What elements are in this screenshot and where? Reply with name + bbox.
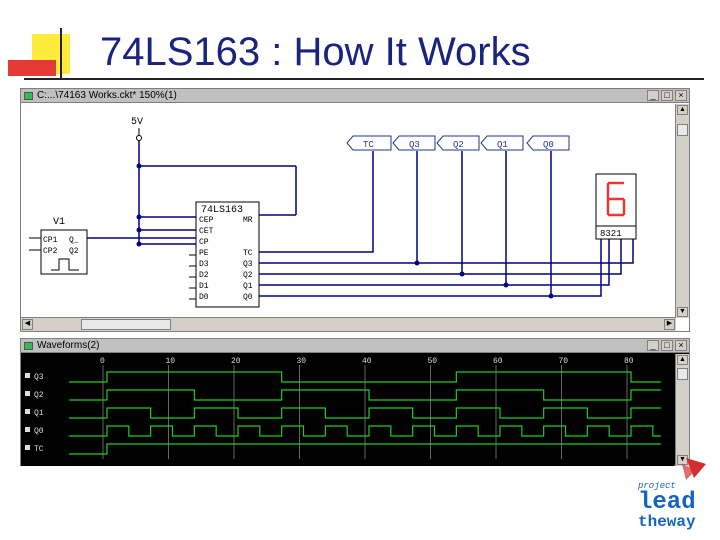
signal-checkbox[interactable]: [25, 427, 30, 432]
scroll-left-button[interactable]: ◀: [22, 319, 33, 330]
source-name: V1: [53, 217, 65, 228]
probe-q0[interactable]: Q0: [526, 135, 570, 151]
waveform-window[interactable]: Waveforms(2) _ □ × 0 10 20 30 40 50 60 70 80 Q3 Q…: [20, 338, 690, 466]
project-lead-the-way-logo: project lead theway: [637, 458, 706, 531]
time-tick-label: 20: [231, 357, 241, 366]
pin-d0: D0: [199, 293, 209, 302]
display-pin-label: 8321: [600, 229, 622, 239]
pin-mr: MR: [243, 216, 253, 225]
app-icon: [24, 92, 33, 100]
pin-q1: Q1: [243, 282, 253, 291]
waveform-vscroll[interactable]: ▲ ▼: [675, 354, 689, 466]
output-wires: [259, 151, 634, 297]
scroll-down-button[interactable]: ▼: [677, 307, 688, 317]
pin-cp: CP: [199, 238, 209, 247]
time-tick-label: 30: [297, 357, 307, 366]
pin-d2: D2: [199, 271, 209, 280]
waveform-window-title: Waveforms(2): [37, 340, 100, 351]
time-tick-label: 10: [166, 357, 176, 366]
title-accent-red: [8, 60, 56, 76]
scroll-up-button[interactable]: ▲: [677, 355, 688, 365]
time-tick-label: 70: [559, 357, 569, 366]
scroll-up-button[interactable]: ▲: [677, 105, 688, 115]
pin-d1: D1: [199, 282, 209, 291]
source-pin-cp2: CP2: [43, 247, 58, 256]
app-icon: [24, 342, 33, 350]
scroll-thumb[interactable]: [677, 124, 688, 136]
scroll-right-button[interactable]: ▶: [664, 319, 675, 330]
pin-d3: D3: [199, 260, 209, 269]
signal-label: Q1: [34, 409, 44, 418]
schematic-canvas[interactable]: 5V V1 CP1 CP2 Q_ Q2 74LS163 CEP CET CP P…: [21, 104, 674, 317]
minimize-button[interactable]: _: [647, 90, 659, 101]
minimize-button[interactable]: _: [647, 340, 659, 351]
slide-title: 74LS163 : How It Works: [100, 30, 531, 74]
probe-tc[interactable]: TC: [346, 135, 392, 151]
signal-label: Q2: [34, 391, 44, 400]
pin-cep: CEP: [199, 216, 214, 225]
schematic-vscroll[interactable]: ▲ ▼: [675, 104, 689, 318]
probe-q3-label: Q3: [409, 140, 420, 150]
probe-q1[interactable]: Q1: [480, 135, 524, 151]
signal-label: TC: [34, 445, 44, 454]
schematic-window-title: C:...\74163 Works.ckt* 150%(1): [37, 90, 177, 101]
schematic-window[interactable]: C:...\74163 Works.ckt* 150%(1) _ □ × 5V …: [20, 88, 690, 332]
signal-label: Q3: [34, 373, 44, 382]
title-accent-vline: [60, 28, 62, 80]
maximize-button[interactable]: □: [661, 340, 673, 351]
source-pin-cp1: CP1: [43, 236, 58, 245]
power-label: 5V: [131, 117, 143, 128]
close-button[interactable]: ×: [675, 340, 687, 351]
time-tick-label: 60: [493, 357, 503, 366]
scroll-thumb[interactable]: [677, 368, 688, 380]
seven-segment-display[interactable]: 8321: [595, 173, 637, 240]
time-tick-label: 80: [624, 357, 634, 366]
pin-cet: CET: [199, 227, 214, 236]
maximize-button[interactable]: □: [661, 90, 673, 101]
waveform-titlebar[interactable]: Waveforms(2) _ □ ×: [21, 339, 689, 353]
schematic-hscroll[interactable]: ◀ ▶: [21, 317, 676, 331]
waveform-canvas[interactable]: 0 10 20 30 40 50 60 70 80 Q3 Q2 Q1 Q0 TC: [21, 354, 674, 466]
logo-line3: theway: [638, 513, 696, 531]
time-tick-label: 0: [100, 357, 105, 366]
source-pin-q2: Q2: [69, 247, 79, 256]
source-pin-q: Q_: [69, 236, 79, 245]
pin-pe: PE: [199, 249, 209, 258]
signal-label: Q0: [34, 427, 44, 436]
pin-q3: Q3: [243, 260, 253, 269]
signal-checkbox[interactable]: [25, 373, 30, 378]
probe-tc-label: TC: [363, 140, 374, 150]
time-tick-label: 40: [362, 357, 372, 366]
probe-q0-label: Q0: [543, 140, 554, 150]
schematic-titlebar[interactable]: C:...\74163 Works.ckt* 150%(1) _ □ ×: [21, 89, 689, 103]
hscroll-thumb[interactable]: [81, 319, 171, 330]
logo-line2: lead: [638, 489, 696, 516]
chip-name: 74LS163: [201, 205, 243, 216]
pin-tc: TC: [243, 249, 253, 258]
signal-checkbox[interactable]: [25, 445, 30, 450]
probe-q2[interactable]: Q2: [436, 135, 480, 151]
pin-q0: Q0: [243, 293, 253, 302]
probe-q2-label: Q2: [453, 140, 464, 150]
signal-checkbox[interactable]: [25, 391, 30, 396]
pin-q2: Q2: [243, 271, 253, 280]
probe-q1-label: Q1: [497, 140, 508, 150]
time-tick-label: 50: [428, 357, 438, 366]
title-underline: [24, 78, 704, 80]
close-button[interactable]: ×: [675, 90, 687, 101]
signal-checkbox[interactable]: [25, 409, 30, 414]
probe-q3[interactable]: Q3: [392, 135, 436, 151]
